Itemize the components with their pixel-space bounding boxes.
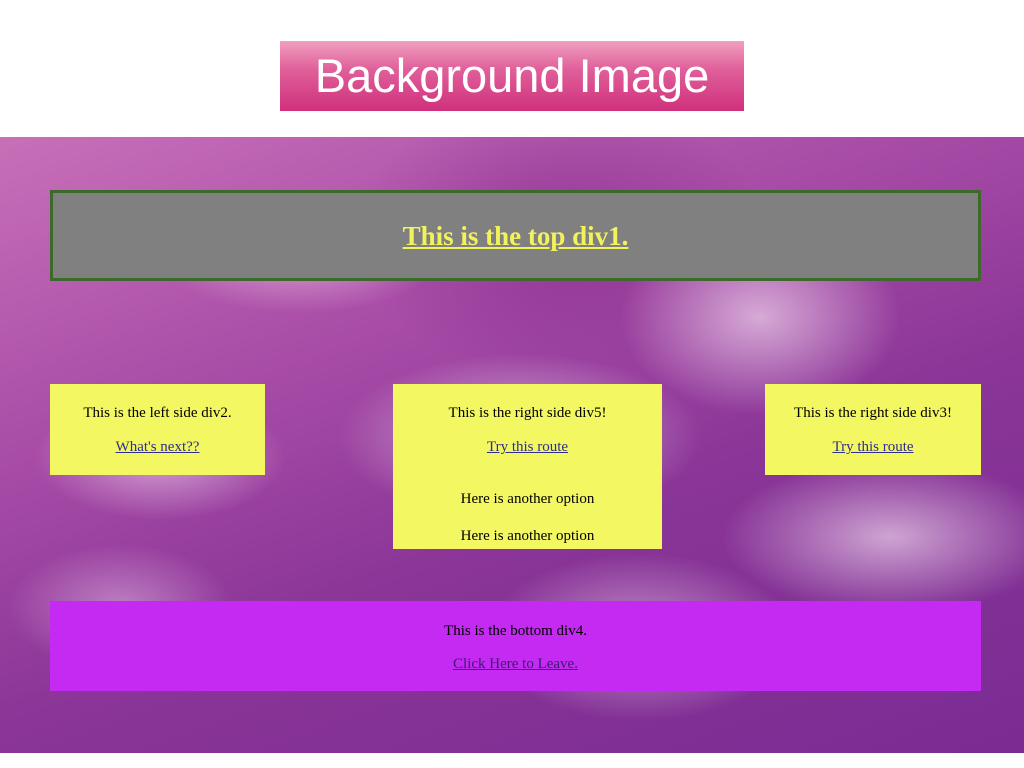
bottom-div-text: This is the bottom div4. — [444, 623, 587, 639]
cloud-background-image: This is the top div1. This is the left s… — [0, 137, 1024, 753]
middle-try-route-link[interactable]: Try this route — [393, 438, 662, 456]
left-div-text: This is the left side div2. — [83, 405, 232, 421]
leave-link[interactable]: Click Here to Leave. — [50, 655, 981, 673]
right-div: This is the right side div3! Try this ro… — [765, 384, 981, 475]
whats-next-link[interactable]: What's next?? — [50, 438, 265, 456]
top-div-heading: This is the top div1. — [402, 221, 629, 251]
right-div-text: This is the right side div3! — [794, 405, 952, 421]
left-div: This is the left side div2. What's next?… — [50, 384, 265, 475]
slide-title: Background Image — [280, 41, 744, 111]
top-div: This is the top div1. — [50, 190, 981, 281]
bottom-div: This is the bottom div4. Click Here to L… — [50, 601, 981, 691]
slide-header: Background Image — [0, 0, 1024, 137]
middle-div: This is the right side div5! Try this ro… — [393, 384, 662, 549]
middle-option-2: Here is another option — [460, 528, 595, 544]
middle-option-1: Here is another option — [460, 491, 595, 507]
right-try-route-link[interactable]: Try this route — [765, 438, 981, 456]
middle-div-text: This is the right side div5! — [448, 405, 607, 421]
slide-footer — [0, 753, 1024, 768]
